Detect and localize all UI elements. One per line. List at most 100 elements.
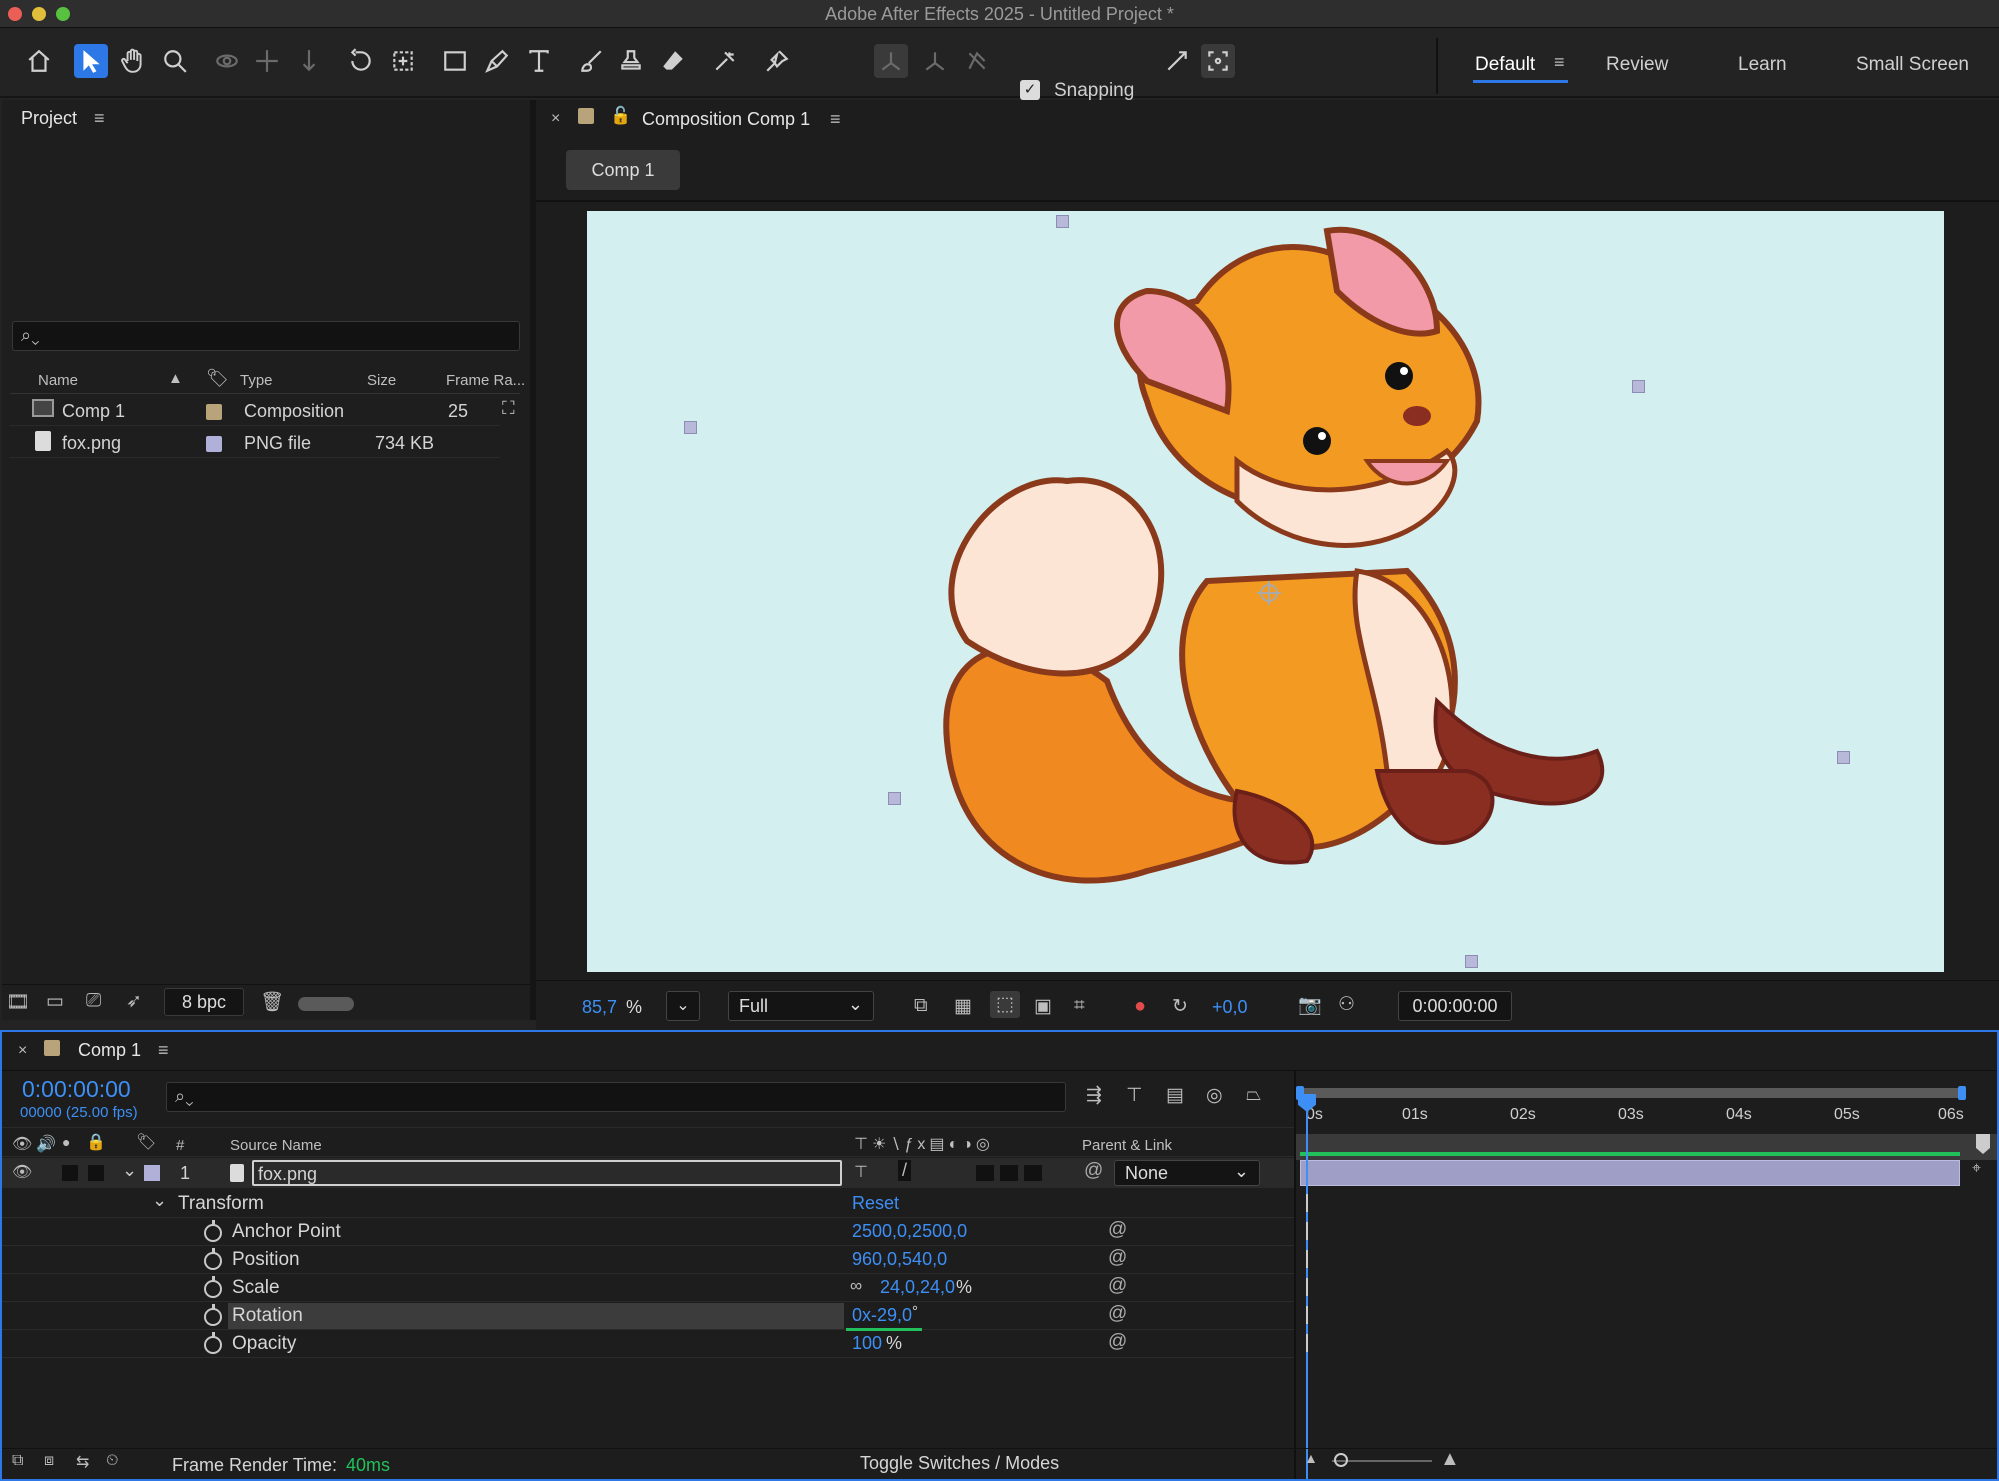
type-tool-icon[interactable] — [522, 44, 556, 78]
fast-previews-icon[interactable]: ⧉ — [914, 995, 928, 1017]
grid-guides-icon[interactable]: ⌗ — [1074, 995, 1085, 1017]
list-item[interactable]: Comp 1 Composition 25 ⛶ — [10, 396, 515, 426]
transparency-grid-icon[interactable]: ▦ — [954, 995, 972, 1018]
quality-switch-icon[interactable]: / — [898, 1160, 912, 1181]
property-value[interactable]: 24,0,24,0 — [880, 1277, 955, 1298]
draft-3d-icon[interactable]: ⊤ — [1126, 1084, 1143, 1107]
composition-panel-menu-icon[interactable]: ≡ — [830, 109, 841, 130]
roto-brush-tool-icon[interactable] — [708, 44, 742, 78]
eraser-tool-icon[interactable] — [656, 44, 690, 78]
thumbnail-slider[interactable] — [298, 997, 354, 1011]
graph-editor-icon[interactable]: ⏢ — [1246, 1084, 1261, 1106]
clone-stamp-tool-icon[interactable] — [614, 44, 648, 78]
stopwatch-icon[interactable] — [204, 1332, 222, 1354]
layer-name-field[interactable]: fox.png — [252, 1160, 842, 1186]
property-value[interactable]: 100 — [852, 1333, 882, 1354]
timeline-zoom-thumb[interactable] — [1334, 1453, 1348, 1467]
stopwatch-icon[interactable] — [204, 1220, 222, 1242]
timeline-search-input[interactable]: ⌕⌄ — [166, 1082, 1066, 1112]
close-tab-icon[interactable]: × — [551, 110, 560, 128]
keyframe-navigator-icon[interactable] — [1306, 1334, 1309, 1352]
timeline-panel-menu-icon[interactable]: ≡ — [158, 1040, 169, 1061]
zoom-in-icon[interactable]: ▲ — [1440, 1448, 1460, 1471]
constrain-proportions-icon[interactable]: ∞ — [850, 1276, 862, 1296]
lock-switch[interactable] — [88, 1165, 104, 1181]
region-of-interest-icon[interactable]: ▣ — [1034, 995, 1052, 1018]
current-time[interactable]: 0:00:00:00 — [22, 1076, 131, 1103]
snapping-checkbox[interactable]: ✓ — [1020, 80, 1040, 100]
timeline-tab-title[interactable]: Comp 1 — [78, 1040, 141, 1061]
current-time-display[interactable]: 0:00:00:00 — [1398, 991, 1512, 1021]
column-header-frame-rate[interactable]: Frame Ra... — [446, 372, 525, 389]
pick-whip-icon[interactable]: @ — [1108, 1247, 1127, 1269]
layer-switches-toggle-icon[interactable]: ⧉ — [12, 1452, 23, 1470]
render-queue-icon[interactable]: ➶ — [126, 990, 142, 1013]
zoom-out-icon[interactable]: ▲ — [1304, 1450, 1318, 1466]
keyframe-navigator-icon[interactable] — [1306, 1222, 1309, 1240]
adjustment-switch[interactable] — [1024, 1165, 1042, 1181]
selection-tool-icon[interactable] — [74, 44, 108, 78]
comp-marker-bin-icon[interactable]: ⌖ — [1972, 1160, 1981, 1178]
resolution-dropdown[interactable]: Full ⌄ — [728, 991, 874, 1021]
brush-tool-icon[interactable] — [574, 44, 608, 78]
label-swatch[interactable] — [144, 1165, 160, 1181]
world-axis-mode-icon[interactable] — [918, 44, 952, 78]
column-header-type[interactable]: Type — [240, 372, 273, 389]
hide-shy-layers-icon[interactable]: ▤ — [1166, 1084, 1184, 1107]
show-snapshot-icon[interactable]: ⚇ — [1338, 993, 1355, 1016]
workspace-default[interactable]: Default — [1475, 54, 1535, 76]
pick-whip-icon[interactable]: @ — [1108, 1331, 1127, 1353]
list-item[interactable]: fox.png PNG file 734 KB — [10, 428, 500, 458]
reset-exposure-icon[interactable]: ↻ — [1172, 995, 1188, 1018]
project-search-input[interactable]: ⌕⌄ — [12, 321, 520, 351]
transform-group-row[interactable]: ⌄ Transform Reset — [2, 1190, 1294, 1218]
project-panel-title[interactable]: Project — [21, 108, 77, 129]
composition-mini-flowchart-icon[interactable]: ⇶ — [1086, 1084, 1102, 1107]
puppet-pin-tool-icon[interactable] — [760, 44, 794, 78]
workspace-learn[interactable]: Learn — [1738, 54, 1787, 76]
pick-whip-icon[interactable]: @ — [1108, 1275, 1127, 1297]
fox-image[interactable] — [587, 211, 1944, 972]
pan-behind-tool-icon[interactable] — [386, 44, 420, 78]
composition-viewer[interactable] — [587, 211, 1944, 972]
home-icon[interactable] — [22, 44, 56, 78]
stopwatch-icon[interactable] — [204, 1248, 222, 1270]
transform-handle[interactable] — [888, 792, 901, 805]
video-visibility-icon[interactable]: 👁 — [12, 1134, 32, 1154]
av-switch[interactable] — [62, 1165, 78, 1181]
rectangle-tool-icon[interactable] — [438, 44, 472, 78]
transform-handle[interactable] — [1465, 955, 1478, 968]
workspace-menu-icon[interactable]: ≡ — [1554, 52, 1565, 73]
composition-tab-title[interactable]: Composition Comp 1 — [642, 109, 810, 130]
transform-handle[interactable] — [1837, 751, 1850, 764]
pan-camera-icon[interactable] — [250, 44, 284, 78]
property-value[interactable]: 0x-29,0 — [852, 1305, 912, 1326]
workspace-review[interactable]: Review — [1606, 54, 1668, 76]
mask-visibility-icon[interactable]: ⬚ — [990, 991, 1020, 1018]
frame-blending-icon[interactable]: ◎ — [1206, 1084, 1223, 1107]
stopwatch-icon[interactable] — [204, 1304, 222, 1326]
solo-icon[interactable]: ● — [62, 1134, 70, 1150]
keyframe-navigator-icon[interactable] — [1306, 1250, 1309, 1268]
render-time-toggle-icon[interactable]: ⏲ — [106, 1452, 118, 1470]
pen-tool-icon[interactable] — [480, 44, 514, 78]
parent-dropdown[interactable]: None ⌄ — [1114, 1160, 1260, 1186]
flowchart-icon[interactable]: ⛶ — [502, 398, 515, 419]
project-panel-menu-icon[interactable]: ≡ — [94, 108, 105, 129]
stopwatch-icon[interactable] — [204, 1276, 222, 1298]
column-header-name[interactable]: Name — [38, 372, 78, 389]
chevron-down-icon[interactable]: ⌄ — [152, 1190, 167, 1211]
pick-whip-icon[interactable]: @ — [1108, 1303, 1127, 1325]
column-header-size[interactable]: Size — [367, 372, 396, 389]
snap-options-icon[interactable] — [1160, 44, 1194, 78]
transform-handle[interactable] — [1056, 215, 1069, 228]
collapse-transform-icon[interactable]: ⊤ — [854, 1162, 868, 1182]
zoom-tool-icon[interactable] — [158, 44, 192, 78]
zoom-dropdown[interactable]: ⌄ — [666, 991, 700, 1021]
lock-icon[interactable]: 🔒 — [86, 1132, 106, 1152]
pick-whip-icon[interactable]: @ — [1084, 1160, 1103, 1182]
transform-handle[interactable] — [1632, 380, 1645, 393]
trash-icon[interactable]: 🗑 — [260, 990, 284, 1014]
keyframe-navigator-icon[interactable] — [1306, 1194, 1309, 1212]
close-tab-icon[interactable]: × — [18, 1042, 27, 1060]
